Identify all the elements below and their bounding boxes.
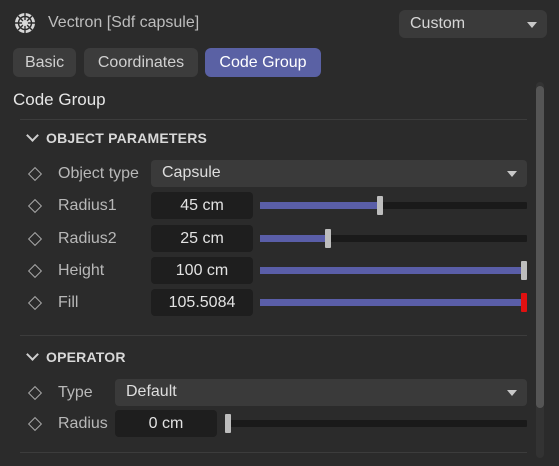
chevron-down-icon bbox=[527, 22, 537, 28]
keyframe-diamond-icon[interactable] bbox=[27, 416, 43, 432]
collapse-chevron-icon[interactable] bbox=[26, 129, 39, 142]
vectron-object-icon bbox=[15, 13, 35, 33]
radius1-field[interactable]: 45 cm bbox=[151, 192, 253, 219]
keyframe-diamond-icon[interactable] bbox=[27, 263, 43, 279]
param-label-type: Type bbox=[58, 384, 93, 401]
keyframe-diamond-icon[interactable] bbox=[27, 385, 43, 401]
slider-handle[interactable] bbox=[521, 293, 527, 312]
slider-fill bbox=[260, 267, 524, 274]
object-type-value: Capsule bbox=[162, 164, 221, 181]
slider-handle[interactable] bbox=[521, 261, 527, 280]
radius1-slider[interactable] bbox=[260, 196, 527, 215]
tab-code-group[interactable]: Code Group bbox=[205, 48, 321, 77]
param-label-object-type: Object type bbox=[58, 165, 139, 182]
slider-fill bbox=[260, 235, 328, 242]
keyframe-diamond-icon[interactable] bbox=[27, 295, 43, 311]
operator-type-dropdown[interactable]: Default bbox=[115, 379, 527, 406]
slider-handle[interactable] bbox=[377, 196, 383, 215]
param-label-operator-radius: Radius bbox=[58, 415, 108, 432]
height-field[interactable]: 100 cm bbox=[151, 257, 253, 284]
keyframe-diamond-icon[interactable] bbox=[27, 231, 43, 247]
collapse-chevron-icon[interactable] bbox=[26, 348, 39, 361]
operator-radius-field[interactable]: 0 cm bbox=[115, 410, 217, 437]
divider bbox=[20, 452, 527, 453]
preset-value: Custom bbox=[410, 15, 466, 32]
object-type-dropdown[interactable]: Capsule bbox=[151, 160, 527, 187]
param-label-radius1: Radius1 bbox=[58, 197, 117, 214]
panel-title: Code Group bbox=[13, 90, 106, 109]
operator-type-value: Default bbox=[126, 383, 177, 400]
radius2-field[interactable]: 25 cm bbox=[151, 225, 253, 252]
divider bbox=[20, 335, 527, 336]
preset-dropdown[interactable]: Custom bbox=[399, 10, 547, 38]
scrollbar-thumb[interactable] bbox=[536, 86, 544, 408]
section-title-object-parameters[interactable]: OBJECT PARAMETERS bbox=[46, 130, 207, 146]
height-slider[interactable] bbox=[260, 261, 527, 280]
slider-fill bbox=[260, 299, 524, 306]
chevron-down-icon bbox=[507, 171, 517, 177]
tab-coordinates[interactable]: Coordinates bbox=[84, 48, 198, 77]
param-label-radius2: Radius2 bbox=[58, 230, 117, 247]
slider-handle[interactable] bbox=[225, 414, 231, 433]
keyframe-diamond-icon[interactable] bbox=[27, 198, 43, 214]
chevron-down-icon bbox=[507, 390, 517, 396]
fill-field[interactable]: 105.5084 bbox=[151, 289, 253, 316]
slider-handle[interactable] bbox=[325, 229, 331, 248]
param-label-fill: Fill bbox=[58, 294, 79, 311]
tab-basic[interactable]: Basic bbox=[13, 48, 76, 77]
divider bbox=[20, 119, 527, 120]
keyframe-diamond-icon[interactable] bbox=[27, 166, 43, 182]
slider-fill bbox=[260, 202, 380, 209]
radius2-slider[interactable] bbox=[260, 229, 527, 248]
fill-slider[interactable] bbox=[260, 293, 527, 312]
operator-radius-slider[interactable] bbox=[225, 414, 527, 433]
param-label-height: Height bbox=[58, 262, 105, 279]
section-title-operator[interactable]: OPERATOR bbox=[46, 349, 126, 365]
object-title: Vectron [Sdf capsule] bbox=[48, 14, 200, 31]
